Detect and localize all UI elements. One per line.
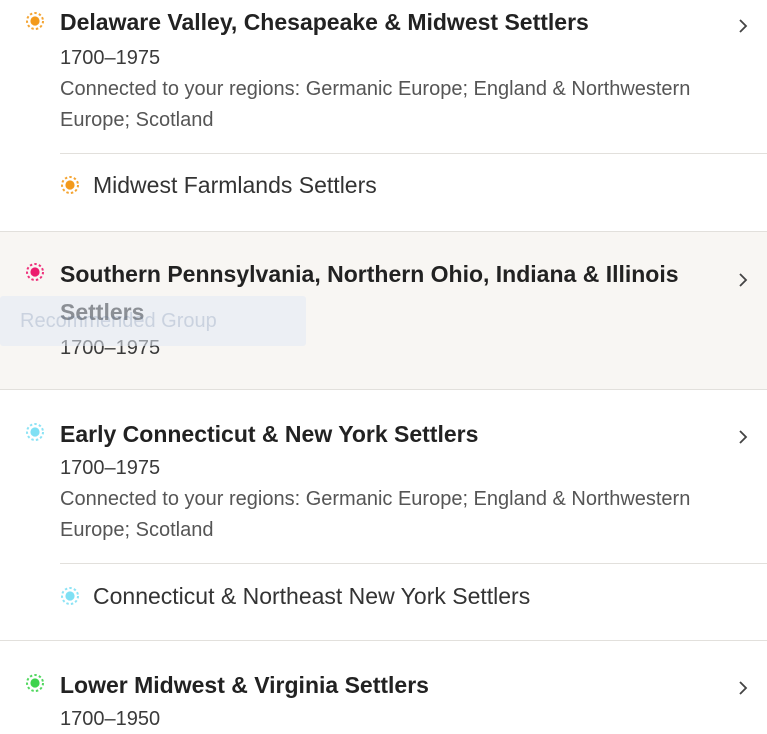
community-dot-icon — [26, 263, 44, 281]
community-dot-icon — [26, 674, 44, 692]
region-connected-text: Connected to your regions: Germanic Euro… — [60, 488, 691, 541]
chevron-right-icon[interactable] — [732, 677, 754, 699]
community-dot-icon — [61, 176, 79, 194]
region-title: Early Connecticut & New York Settlers — [60, 421, 479, 447]
chevron-right-icon[interactable] — [732, 15, 754, 37]
divider — [60, 153, 767, 154]
region-years: 1700–1950 — [60, 708, 161, 730]
chevron-right-icon[interactable] — [732, 426, 754, 448]
region-title: Delaware Valley, Chesapeake & Midwest Se… — [60, 9, 589, 35]
community-dot-icon — [26, 12, 44, 30]
ghost-overlay: Recommended Group — [0, 296, 306, 346]
divider — [60, 563, 767, 564]
region-item-early-connecticut[interactable]: Early Connecticut & New York Settlers 17… — [0, 389, 767, 640]
subregion-title: Midwest Farmlands Settlers — [93, 172, 377, 198]
community-dot-icon — [26, 423, 44, 441]
region-years: 1700–1975 — [60, 457, 161, 479]
subregion-title: Connecticut & Northeast New York Settler… — [93, 583, 531, 609]
region-item-lower-midwest[interactable]: Lower Midwest & Virginia Settlers 1700–1… — [0, 640, 767, 730]
region-title: Lower Midwest & Virginia Settlers — [60, 672, 429, 698]
region-item-delaware-valley[interactable]: Delaware Valley, Chesapeake & Midwest Se… — [0, 0, 767, 231]
region-connected-text: Connected to your regions: Germanic Euro… — [60, 78, 691, 131]
region-years: 1700–1975 — [60, 47, 161, 69]
chevron-right-icon[interactable] — [732, 269, 754, 291]
community-dot-icon — [61, 587, 79, 605]
